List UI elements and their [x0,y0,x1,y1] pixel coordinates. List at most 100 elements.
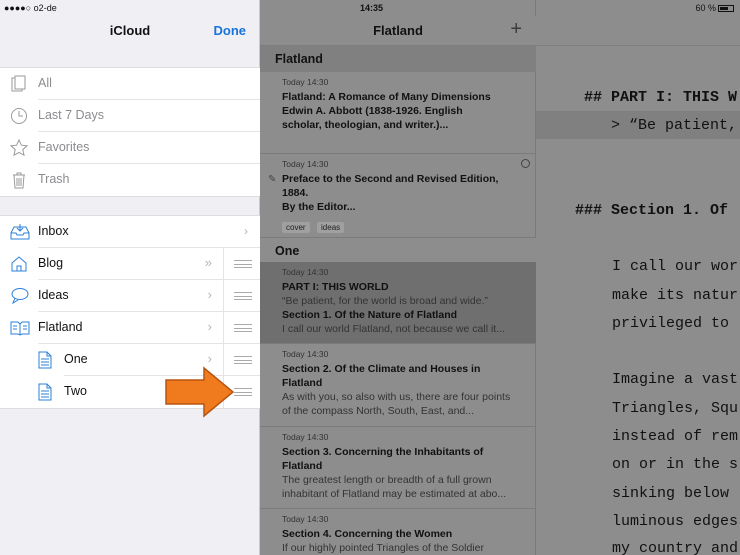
sidebar-item-last-7-days[interactable]: Last 7 Days [11,100,260,132]
reorder-handle-icon[interactable] [234,260,252,268]
editor-line: make its natur [576,287,739,304]
done-button[interactable]: Done [214,23,247,38]
note-excerpt: As with you, so also with us, there are … [282,391,511,417]
document-icon [36,351,54,369]
new-note-button[interactable]: + [510,18,522,41]
double-chevron-right-icon[interactable]: » [205,255,212,270]
editor-pane[interactable]: ## PART I: THIS W > “Be patient, ### Sec… [536,0,740,555]
editor-line: sinking below [576,485,730,502]
chevron-right-icon[interactable]: › [208,351,212,366]
paperclip-icon: ✎ [268,174,277,185]
document-icon [36,383,54,401]
note-excerpt: The greatest length or breadth of a full… [282,474,507,500]
carrier-label: ●●●●○ o2-de [4,3,57,13]
battery-percent: 60 % [695,3,716,13]
sidebar-item-label: Ideas [38,288,69,302]
reorder-handle-icon[interactable] [234,324,252,332]
note-date: Today 14:30 [282,349,329,359]
sidebar-item-inbox[interactable]: Inbox › [10,216,260,248]
note-date: Today 14:30 [282,514,329,524]
chevron-right-icon[interactable]: › [208,287,212,302]
battery-indicator: 60 % [695,3,734,13]
status-bar: ●●●●○ o2-de 14:35 60 % [0,0,740,16]
star-icon [9,138,29,157]
note-title: Section 2. Of the Climate and Houses in … [282,363,481,389]
note-list-item[interactable]: ✎ Today 14:30 Preface to the Second and … [260,154,536,238]
editor-line: ### Section 1. Of [575,202,729,219]
editor-line: I call our wor [576,258,739,275]
note-date: Today 14:30 [282,77,329,87]
editor-line: Triangles, Squ [576,400,739,417]
editor-line: > “Be patient, [584,117,738,134]
sidebar-item-flatland[interactable]: Flatland › [10,312,260,344]
note-list-title: Flatland [373,23,423,38]
editor-line: ## PART I: THIS W [584,89,738,106]
note-title: Section 3. Concerning the Inhabitants of… [282,446,484,472]
note-quote: “Be patient, for the world is broad and … [282,295,489,307]
note-title: PART I: THIS WORLD [282,281,389,293]
sidebar: iCloud Done All Last 7 Days Favorites Tr… [0,0,260,555]
smart-folders: All Last 7 Days Favorites Trash [0,67,260,197]
sidebar-item-label: Last 7 Days [38,108,105,122]
clock-icon [10,107,28,125]
sidebar-item-trash[interactable]: Trash [13,164,260,196]
house-icon [10,255,28,273]
sidebar-item-label: All [38,76,52,90]
sidebar-item-label: Two [64,384,87,398]
note-tags: cover ideas [282,217,518,235]
note-list-item[interactable]: Today 14:30 Section 4. Concerning the Wo… [260,509,536,555]
speech-bubble-icon [10,287,29,305]
editor-line: my country and [576,540,739,555]
reorder-handle-icon[interactable] [234,356,252,364]
note-excerpt: I call our world Flatland, not because w… [282,323,505,335]
sidebar-item-label: Trash [38,172,70,186]
note-list-item[interactable]: Today 14:30 Section 2. Of the Climate an… [260,344,536,427]
note-date: Today 14:30 [282,267,329,277]
editor-line: privileged to [576,315,730,332]
note-date: Today 14:30 [282,432,329,442]
sidebar-item-favorites[interactable]: Favorites [9,132,260,164]
orange-arrow-icon [165,366,235,418]
reorder-handle-icon[interactable] [234,292,252,300]
note-list-item[interactable]: Today 14:30 Flatland: A Romance of Many … [260,72,536,154]
section-header-flatland: Flatland [260,46,536,72]
sidebar-item-label: Flatland [38,320,83,334]
note-list-header: Flatland + [260,16,536,46]
reorder-handle-icon[interactable] [234,388,252,396]
note-list-item-selected[interactable]: Today 14:30 PART I: THIS WORLD “Be patie… [260,262,536,344]
editor-line: luminous edges [576,513,739,530]
inbox-icon [10,223,30,241]
editor-line: on or in the s [576,456,739,473]
note-excerpt: By the Editor... [282,201,356,213]
clock: 14:35 [360,3,384,13]
sidebar-item-blog[interactable]: Blog » [11,248,260,280]
note-title: Flatland: A Romance of Many Dimensions [282,91,491,103]
trash-icon [10,171,28,189]
chevron-right-icon[interactable]: › [244,224,248,238]
sidebar-item-label: Inbox [38,224,69,238]
sidebar-item-ideas[interactable]: Ideas › [11,280,260,312]
note-list: Flatland + Flatland Today 14:30 Flatland… [260,0,536,555]
sidebar-item-label: Favorites [38,140,90,154]
editor-line: instead of rem [576,428,739,445]
book-icon [10,319,30,337]
tag[interactable]: cover [282,222,310,233]
chevron-right-icon[interactable]: › [208,319,212,334]
battery-icon [718,5,734,13]
note-date: Today 14:30 [282,159,329,169]
editor-line: Imagine a vast [576,371,739,388]
note-title: Section 4. Concerning the Women [282,528,453,540]
sidebar-item-all[interactable]: All [11,68,260,100]
sidebar-item-label: One [64,352,88,366]
select-circle-icon[interactable] [521,159,530,168]
note-list-item[interactable]: Today 14:30 Section 3. Concerning the In… [260,427,536,509]
tag[interactable]: ideas [317,222,345,233]
note-excerpt: If our highly pointed Triangles of the S… [282,542,484,554]
note-subtitle: Section 1. Of the Nature of Flatland [282,309,458,321]
note-excerpt: Edwin A. Abbott (1838-1926. English [282,105,463,117]
sidebar-header: iCloud Done [0,16,260,46]
section-header-one: One [260,238,536,264]
sidebar-item-label: Blog [38,256,64,270]
notes-stack-icon [10,75,28,93]
note-excerpt: scholar, theologian, and writer.)... [282,119,449,131]
